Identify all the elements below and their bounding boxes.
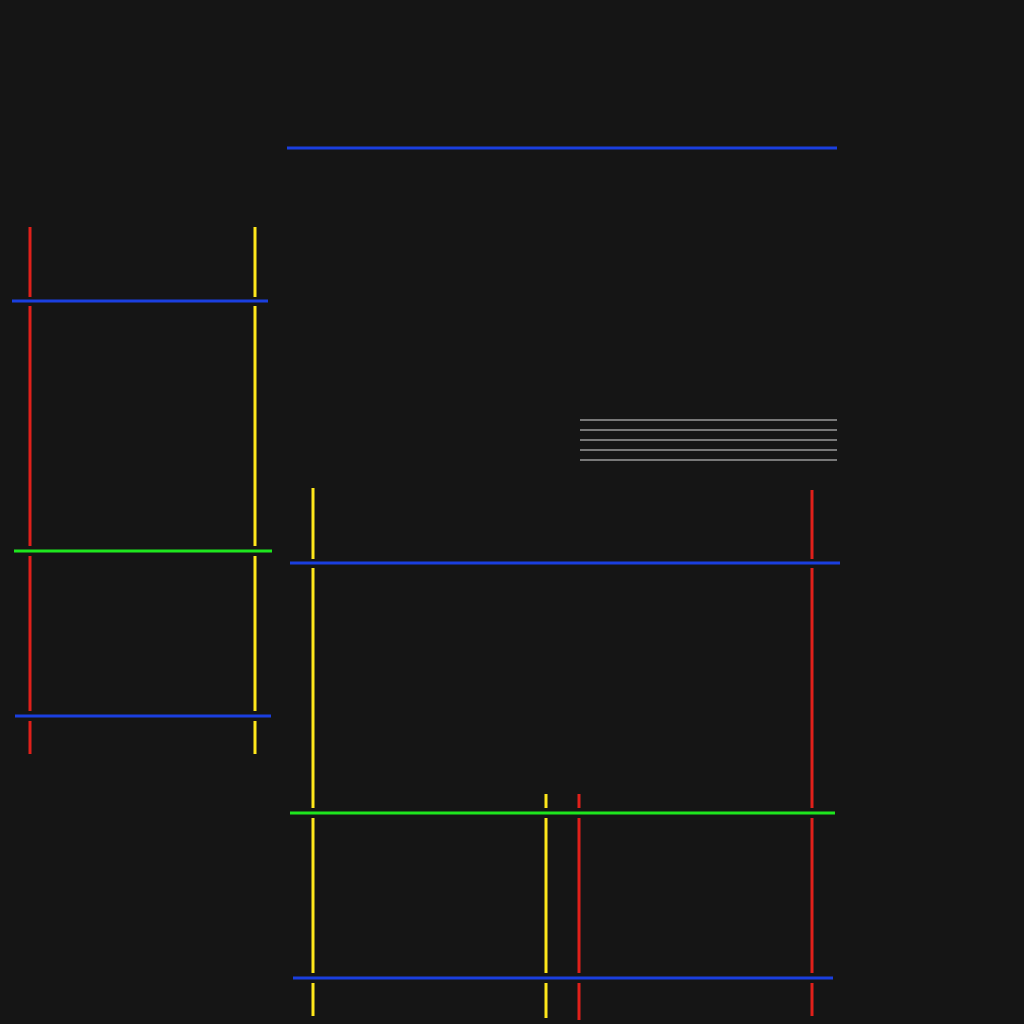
- line-diagram: [0, 0, 1024, 1024]
- background: [0, 0, 1024, 1024]
